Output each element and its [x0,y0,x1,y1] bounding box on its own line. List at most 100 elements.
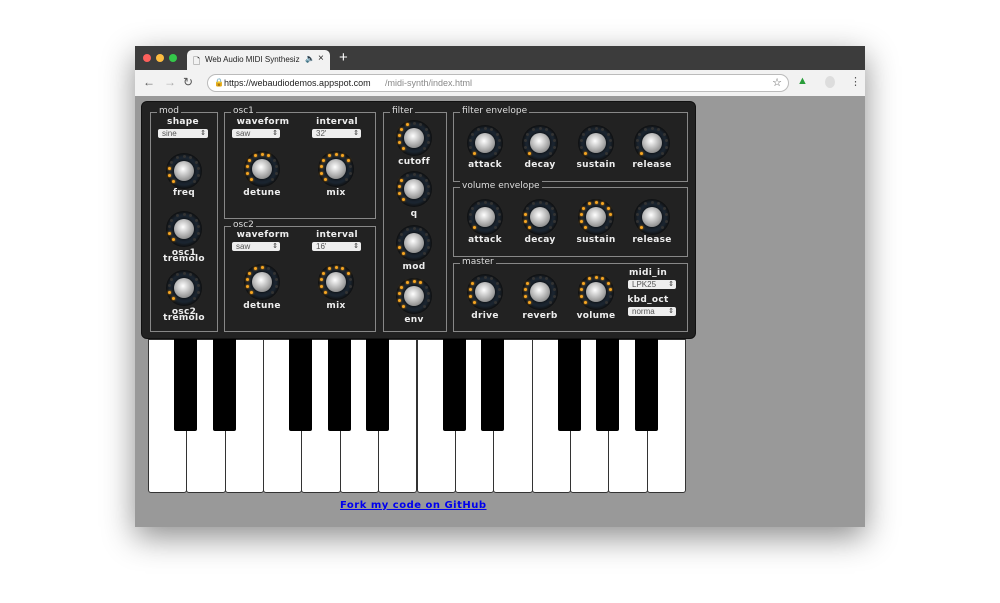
filter-env-attack-knob[interactable] [467,125,503,161]
filter-q-knob[interactable] [396,171,432,207]
kbd-oct-select[interactable]: norma [628,307,676,316]
led-indicator [469,220,473,224]
led-indicator [609,139,613,143]
back-icon[interactable]: ← [143,75,155,89]
black-key[interactable] [174,339,198,431]
filter-env-release-knob-cap[interactable] [642,133,662,153]
osc2-tremolo-knob[interactable] [166,270,202,306]
shape-select[interactable]: sine [158,129,208,138]
led-indicator [320,285,324,289]
osc2-detune-knob[interactable] [244,264,280,300]
filter-env-sustain-knob[interactable] [578,125,614,161]
black-key[interactable] [327,339,351,431]
url-bar[interactable]: 🔒 https://webaudiodemos.appspot.com /mid… [207,74,789,92]
master-drive-knob-cap[interactable] [475,282,495,302]
osc1-interval-select[interactable]: 32' [312,129,361,138]
drive-extension-icon[interactable]: ▲ [797,75,808,87]
led-indicator [587,202,591,206]
led-indicator [197,225,201,229]
led-indicator [601,277,605,281]
osc2-detune-knob-cap[interactable] [252,272,272,292]
master-reverb-knob-cap[interactable] [530,282,550,302]
reload-icon[interactable]: ↻ [183,75,193,89]
led-indicator [405,228,409,232]
osc1-tremolo-knob[interactable] [166,211,202,247]
black-key[interactable] [366,339,390,431]
black-key[interactable] [212,339,236,431]
master-drive-knob[interactable] [467,274,503,310]
osc2-tremolo-knob-cap[interactable] [174,278,194,298]
osc1-detune-knob[interactable] [244,151,280,187]
master-reverb-knob[interactable] [522,274,558,310]
osc2-interval-select[interactable]: 16' [312,242,361,251]
volume-env-sustain-knob[interactable] [578,199,614,235]
volume-env-attack-knob[interactable] [467,199,503,235]
black-key[interactable] [557,339,581,431]
black-key[interactable] [634,339,658,431]
browser-tab[interactable]: 🗋 Web Audio MIDI Synthesiz 🔈 × [187,50,330,70]
volume-env-sustain-knob-cap[interactable] [586,207,606,227]
osc1-tremolo-knob-cap[interactable] [174,219,194,239]
led-indicator [401,147,405,151]
filter-env-sustain-knob-cap[interactable] [586,133,606,153]
filter-env-knob[interactable] [396,278,432,314]
osc2-mix-knob-cap[interactable] [326,272,346,292]
led-indicator [426,246,430,250]
led-indicator [579,139,583,143]
osc2-mix-knob[interactable] [318,264,354,300]
speaker-icon[interactable]: 🔈 [305,54,315,63]
led-indicator [476,202,480,206]
midi-in-select[interactable]: LPK25 [628,280,676,289]
forward-icon[interactable]: → [164,75,176,89]
master-volume-knob-cap[interactable] [586,282,606,302]
filter-env-release-knob[interactable] [634,125,670,161]
filter-q-knob-cap[interactable] [404,179,424,199]
led-indicator [495,132,499,136]
filter-cutoff-knob[interactable] [396,120,432,156]
filter-env-sustain-label: sustain [576,160,616,170]
new-tab-button[interactable]: + [339,49,348,66]
osc2-waveform-select[interactable]: saw [232,242,280,251]
led-indicator [471,206,475,210]
bookmark-star-icon[interactable]: ☆ [772,75,782,91]
minimize-window-button[interactable] [156,54,164,62]
led-indicator [248,271,252,275]
master-volume-knob[interactable] [578,274,614,310]
volume-env-decay-knob[interactable] [522,199,558,235]
profile-icon[interactable] [825,76,835,88]
filter-env-knob-cap[interactable] [404,286,424,306]
volume-env-attack-knob-cap[interactable] [475,207,495,227]
github-link[interactable]: Fork my code on GitHub [340,500,487,511]
filter-env-attack-knob-cap[interactable] [475,133,495,153]
black-key[interactable] [442,339,466,431]
led-indicator [405,123,409,127]
led-indicator [260,152,264,156]
filter-env-decay-knob-cap[interactable] [530,133,550,153]
menu-icon[interactable]: ⋮ [850,75,861,88]
filter-env-decay-knob[interactable] [522,125,558,161]
maximize-window-button[interactable] [169,54,177,62]
led-indicator [497,295,501,299]
close-window-button[interactable] [143,54,151,62]
volume-env-release-knob-cap[interactable] [642,207,662,227]
filter-cutoff-knob-cap[interactable] [404,128,424,148]
led-indicator [427,239,431,243]
led-indicator [400,232,404,236]
led-indicator [639,152,643,156]
mod-freq-knob-cap[interactable] [174,161,194,181]
volume-env-release-knob[interactable] [634,199,670,235]
filter-mod-knob[interactable] [396,225,432,261]
osc1-mix-knob-cap[interactable] [326,159,346,179]
black-key[interactable] [289,339,313,431]
led-indicator [193,180,197,184]
mod-freq-knob[interactable] [166,153,202,189]
osc1-mix-knob[interactable] [318,151,354,187]
osc1-detune-knob-cap[interactable] [252,159,272,179]
osc1-waveform-select[interactable]: saw [232,129,280,138]
tab-close-button[interactable]: × [318,53,324,64]
volume-env-decay-knob-cap[interactable] [530,207,550,227]
filter-mod-knob-cap[interactable] [404,233,424,253]
led-indicator [398,246,402,250]
black-key[interactable] [481,339,505,431]
black-key[interactable] [596,339,620,431]
